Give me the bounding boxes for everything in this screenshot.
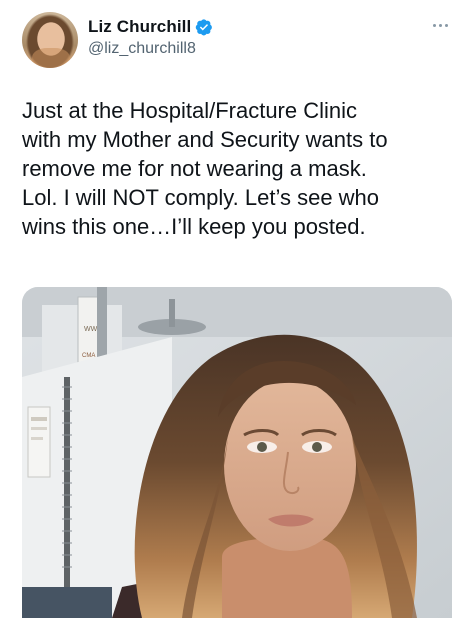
tweet-card: Liz Churchill @liz_churchill8 Just at th… (0, 0, 474, 618)
author-info: Liz Churchill @liz_churchill8 (88, 16, 213, 58)
avatar[interactable] (22, 12, 78, 68)
verified-badge-icon (196, 19, 213, 36)
more-dot (444, 23, 448, 27)
tweet-header: Liz Churchill @liz_churchill8 (22, 12, 452, 72)
handle[interactable]: @liz_churchill8 (88, 40, 213, 58)
display-name[interactable]: Liz Churchill (88, 17, 191, 37)
display-name-row: Liz Churchill (88, 16, 213, 38)
tweet-photo[interactable]: WW CMA (22, 287, 452, 618)
selfie-photo-illustration: WW CMA (22, 287, 452, 618)
more-dot (438, 23, 442, 27)
svg-text:WW: WW (84, 326, 98, 333)
more-options-icon[interactable] (428, 20, 452, 30)
more-dot (432, 23, 436, 27)
tweet-text: Just at the Hospital/Fracture Clinic wit… (22, 98, 388, 239)
